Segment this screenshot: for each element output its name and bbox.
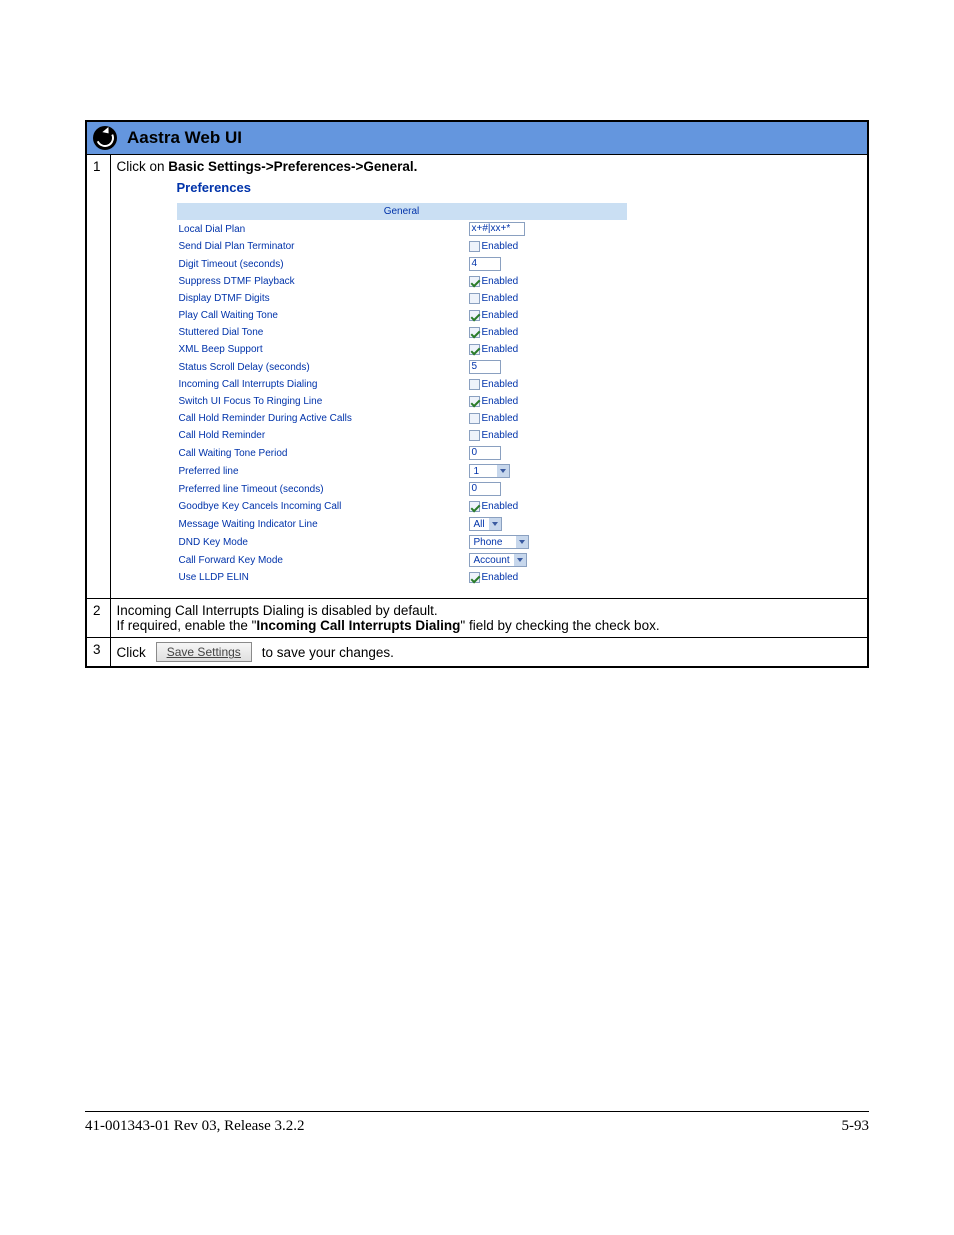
call-hold-reminder-active-checkbox[interactable] <box>469 413 480 424</box>
preferences-heading: Preferences <box>177 180 862 195</box>
stuttered-dial-tone-checkbox[interactable] <box>469 327 480 338</box>
pref-label: Play Call Waiting Tone <box>177 307 467 324</box>
instruction-table: Aastra Web UI 1 Click on Basic Settings-… <box>85 120 869 668</box>
chevron-down-icon <box>489 518 501 530</box>
step1-text: Click on Basic Settings->Preferences->Ge… <box>117 159 418 174</box>
pref-label: Call Forward Key Mode <box>177 551 467 569</box>
pref-label: Use LLDP ELIN <box>177 569 467 586</box>
web-ui-title: Aastra Web UI <box>127 128 242 148</box>
suppress-dtmf-playback-checkbox[interactable] <box>469 276 480 287</box>
digit-timeout-input[interactable]: 4 <box>469 257 501 271</box>
pref-label: XML Beep Support <box>177 341 467 358</box>
save-settings-button[interactable]: Save Settings <box>156 642 252 662</box>
aastra-logo-icon <box>93 126 117 150</box>
preferences-table: General Local Dial Plan x+#|xx+* Send Di… <box>177 203 627 586</box>
preferences-panel: Preferences General Local Dial Plan x+#|… <box>117 174 862 594</box>
chevron-down-icon <box>514 554 526 566</box>
pref-label: DND Key Mode <box>177 533 467 551</box>
incoming-call-interrupts-dialing-checkbox[interactable] <box>469 379 480 390</box>
pref-label: Stuttered Dial Tone <box>177 324 467 341</box>
goodbye-key-checkbox[interactable] <box>469 501 480 512</box>
pref-label: Suppress DTMF Playback <box>177 273 467 290</box>
chevron-down-icon <box>497 465 509 477</box>
step-number: 1 <box>86 155 110 599</box>
footer-left: 41-001343-01 Rev 03, Release 3.2.2 <box>85 1118 305 1135</box>
preferred-line-select[interactable]: 1 <box>469 464 511 478</box>
pref-label: Call Hold Reminder <box>177 427 467 444</box>
preferred-line-timeout-input[interactable]: 0 <box>469 482 501 496</box>
pref-label: Preferred line <box>177 462 467 480</box>
pref-label: Preferred line Timeout (seconds) <box>177 480 467 498</box>
footer-right: 5-93 <box>842 1118 870 1135</box>
pref-label: Send Dial Plan Terminator <box>177 238 467 255</box>
pref-label: Local Dial Plan <box>177 220 467 238</box>
display-dtmf-digits-checkbox[interactable] <box>469 293 480 304</box>
mwi-line-select[interactable]: All <box>469 517 502 531</box>
pref-label: Digit Timeout (seconds) <box>177 255 467 273</box>
local-dial-plan-input[interactable]: x+#|xx+* <box>469 222 525 236</box>
call-hold-reminder-checkbox[interactable] <box>469 430 480 441</box>
step-number: 2 <box>86 599 110 638</box>
step-number: 3 <box>86 638 110 668</box>
xml-beep-support-checkbox[interactable] <box>469 344 480 355</box>
call-forward-key-mode-select[interactable]: Account <box>469 553 527 567</box>
general-section-header: General <box>177 203 627 220</box>
call-waiting-tone-period-input[interactable]: 0 <box>469 446 501 460</box>
pref-label: Call Hold Reminder During Active Calls <box>177 410 467 427</box>
pref-label: Switch UI Focus To Ringing Line <box>177 393 467 410</box>
chevron-down-icon <box>516 536 528 548</box>
pref-label: Message Waiting Indicator Line <box>177 515 467 533</box>
play-call-waiting-tone-checkbox[interactable] <box>469 310 480 321</box>
switch-ui-focus-checkbox[interactable] <box>469 396 480 407</box>
pref-label: Display DTMF Digits <box>177 290 467 307</box>
step3-pre: Click <box>117 645 146 660</box>
page-footer: 41-001343-01 Rev 03, Release 3.2.2 5-93 <box>85 1111 869 1135</box>
step3-post: to save your changes. <box>262 645 394 660</box>
send-dial-plan-terminator-checkbox[interactable] <box>469 241 480 252</box>
pref-label: Incoming Call Interrupts Dialing <box>177 376 467 393</box>
status-scroll-delay-input[interactable]: 5 <box>469 360 501 374</box>
use-lldp-elin-checkbox[interactable] <box>469 572 480 583</box>
pref-label: Goodbye Key Cancels Incoming Call <box>177 498 467 515</box>
dnd-key-mode-select[interactable]: Phone <box>469 535 530 549</box>
pref-label: Status Scroll Delay (seconds) <box>177 358 467 376</box>
step2-text: Incoming Call Interrupts Dialing is disa… <box>110 599 868 638</box>
pref-label: Call Waiting Tone Period <box>177 444 467 462</box>
